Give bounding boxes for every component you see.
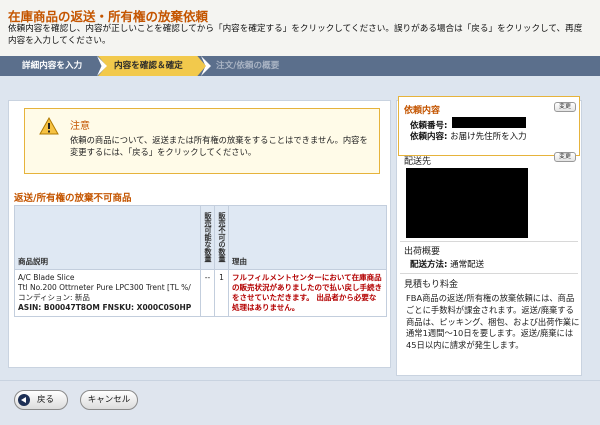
table-header-row: 商品説明 販売可能な数量 販売不可の数量 理由	[14, 205, 387, 270]
request-content-row: 依頼内容: お届け先住所を入力	[410, 132, 527, 142]
warning-icon	[39, 117, 59, 135]
notice-box: 注意 依頼の商品について、返送または所有権の放棄をすることはできません。内容を変…	[24, 108, 380, 174]
section-title: 返送/所有権の放棄不可商品	[14, 193, 132, 204]
back-arrow-icon	[18, 394, 30, 406]
col-header-unsellable-qty: 販売不可の数量	[214, 205, 229, 270]
estimate-heading: 見積もり料金	[404, 280, 459, 290]
product-detail: Ttl No.200 Ottrneter Pure LPC300 Trent […	[18, 283, 191, 292]
unsellable-qty-cell: 1	[214, 269, 229, 317]
request-heading: 依頼内容	[404, 106, 441, 116]
table-row: A/C Blade Slice Ttl No.200 Ottrneter Pur…	[14, 269, 387, 317]
shipping-method-row: 配送方法: 通常配送	[410, 260, 485, 270]
returnable-qty-cell: --	[200, 269, 215, 317]
col-header-returnable-qty: 販売可能な数量	[200, 205, 215, 270]
cancel-button[interactable]: キャンセル	[80, 390, 138, 410]
edit-request-button[interactable]: 変更	[554, 102, 576, 112]
notice-title: 注意	[70, 121, 90, 132]
col-header-reason: 理由	[228, 205, 387, 270]
reason-cell: フルフィルメントセンターにおいて在庫商品の販売状況がありましたので払い戻し手続き…	[228, 269, 387, 317]
estimate-text: FBA商品の返送/所有権の放棄依頼には、商品ごとに手数料が課金されます。返送/廃…	[406, 293, 580, 351]
divider	[400, 241, 578, 242]
items-table: 商品説明 販売可能な数量 販売不可の数量 理由 A/C Blade Slice …	[14, 205, 387, 317]
shipment-heading: 出荷概要	[404, 247, 441, 257]
divider	[400, 273, 578, 274]
progress-steps: 詳細内容を入力 注文/依頼の概要 内容を確認＆確定	[0, 56, 600, 76]
product-condition: コンディション: 新品	[18, 293, 90, 302]
instructions-text: 依頼内容を確認し、内容が正しいことを確認してから「内容を確定する」をクリックして…	[8, 24, 583, 46]
back-button-label: 戻る	[37, 395, 55, 405]
redacted-shipto-address	[406, 168, 528, 238]
redacted-request-number	[452, 117, 526, 128]
page-title: 在庫商品の返送・所有権の放棄依頼	[8, 9, 209, 24]
shipto-heading: 配送先	[404, 157, 432, 167]
product-ids: ASIN: B00047T8OM FNSKU: X000C0S0HP	[18, 303, 192, 312]
product-name: A/C Blade Slice	[18, 273, 75, 282]
back-button[interactable]: 戻る	[14, 390, 68, 410]
step-enter-details: 詳細内容を入力	[6, 56, 106, 76]
edit-shipto-button[interactable]: 変更	[554, 152, 576, 162]
page-header: 在庫商品の返送・所有権の放棄依頼 依頼内容を確認し、内容が正しいことを確認してか…	[0, 0, 600, 56]
step-confirm: 内容を確認＆確定	[98, 56, 206, 76]
product-cell: A/C Blade Slice Ttl No.200 Ottrneter Pur…	[14, 269, 201, 317]
col-header-product: 商品説明	[14, 205, 201, 270]
step-order-summary: 注文/依頼の概要	[200, 56, 310, 76]
notice-body: 依頼の商品について、返送または所有権の放棄をすることはできません。内容を変更する…	[70, 135, 368, 157]
